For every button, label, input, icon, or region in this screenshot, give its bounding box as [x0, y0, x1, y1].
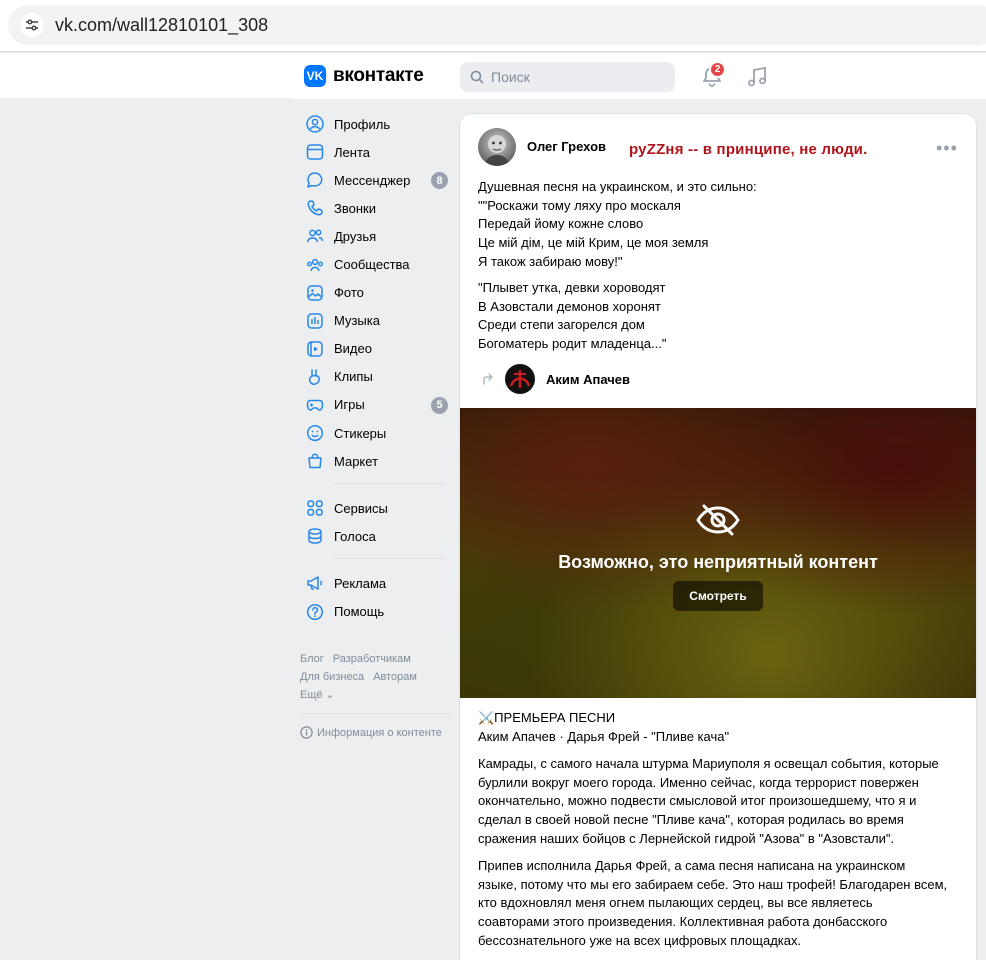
search-placeholder: Поиск [491, 69, 530, 85]
info-icon [300, 726, 313, 739]
sensitive-content-warning: Возможно, это неприятный контент [558, 552, 878, 572]
more-options-icon[interactable]: ••• [936, 138, 958, 159]
ads-icon [307, 576, 323, 591]
sidebar-item-label: Фото [334, 285, 364, 301]
sidebar-item-help[interactable]: Помощь [300, 598, 455, 626]
games-icon [306, 399, 324, 411]
sidebar-item-label: Мессенджер [334, 172, 411, 188]
sidebar-item-label: Помощь [334, 604, 385, 620]
sidebar-item-label: Сервисы [334, 500, 388, 516]
services-icon [307, 500, 323, 517]
news-icon [306, 144, 324, 160]
footer-link-business[interactable]: Для бизнеса [300, 671, 364, 683]
site-settings-icon[interactable] [20, 13, 44, 37]
sidebar-item-label: Игры [334, 397, 365, 413]
sidebar-item-label: Клипы [334, 369, 373, 385]
sidebar-item-label: Музыка [334, 313, 380, 329]
post-text-paragraph-1: Душевная песня на украинском, и это силь… [478, 179, 757, 269]
search-icon [470, 70, 484, 84]
author-status: руZZня -- в принципе, не люди. [629, 141, 868, 158]
header-left-spacer [0, 53, 290, 99]
premiere-title: ⚔️ПРЕМЬЕРА ПЕСНИ [478, 710, 616, 725]
sidebar-item-votes[interactable]: Голоса [300, 522, 455, 550]
sidebar-item-video[interactable]: Видео [300, 335, 455, 363]
groups-icon [307, 258, 323, 271]
market-icon [308, 453, 322, 469]
nav-divider [334, 558, 445, 560]
premiere-track: Аким Апачев · Дарья Фрей - "Пливе кача" [478, 729, 730, 744]
sidebar-item-label: Видео [334, 341, 372, 357]
music-icon [307, 312, 323, 329]
post-card: Олег Грехов руZZня -- в принципе, не люд… [460, 114, 976, 960]
url-field[interactable]: vk.com/wall12810101_308 [8, 5, 986, 45]
sidebar-item-label: Профиль [334, 116, 391, 132]
footer-link-developers[interactable]: Разработчикам [333, 653, 411, 665]
vk-logo[interactable]: VK вконтакте [304, 65, 424, 87]
photo-icon [307, 284, 323, 301]
content-info-link[interactable]: Информация о контенте [300, 726, 442, 739]
sidebar-item-communities[interactable]: Сообщества [300, 250, 455, 278]
user-icon [306, 115, 324, 133]
sidebar-item-messenger[interactable]: Мессенджер 8 [300, 166, 455, 194]
clips-icon [308, 369, 320, 385]
browser-address-bar: vk.com/wall12810101_308 [0, 0, 986, 52]
message-icon [307, 172, 323, 188]
footer-divider [300, 713, 452, 714]
video-icon [307, 341, 323, 357]
sidebar-item-photo[interactable]: Фото [300, 279, 455, 307]
footer-links: Блог Разработчикам Для бизнеса Авторам Ещё… [300, 650, 460, 704]
sidebar-item-clips[interactable]: Клипы [300, 363, 455, 391]
author-avatar[interactable] [478, 128, 516, 166]
sidebar-item-label: Лента [334, 144, 370, 160]
sensitive-media-cover[interactable]: Возможно, это неприятный контент Смотрет… [460, 408, 976, 698]
sidebar-item-ads[interactable]: Реклама [300, 569, 455, 597]
repost-author-name[interactable]: Аким Апачев [546, 372, 630, 387]
content-info-label: Информация о контенте [317, 726, 442, 739]
notifications-badge: 2 [709, 61, 726, 78]
music-icon[interactable] [745, 65, 769, 89]
repost-author-avatar[interactable] [505, 364, 535, 394]
eye-off-icon [696, 504, 740, 536]
search-input[interactable]: Поиск [460, 62, 675, 92]
sidebar-item-label: Друзья [334, 228, 377, 244]
sidebar-item-label: Реклама [334, 575, 387, 591]
post-text-paragraph-3: Камрады, с самого начала штурма Мариупол… [478, 756, 939, 846]
footer-link-authors[interactable]: Авторам [373, 671, 417, 683]
sidebar-item-market[interactable]: Маркет [300, 447, 455, 475]
sidebar-item-label: Сообщества [334, 257, 410, 273]
show-content-button[interactable]: Смотреть [673, 581, 763, 611]
help-icon [306, 603, 324, 620]
sidebar-item-music[interactable]: Музыка [300, 307, 455, 335]
url-text[interactable]: vk.com/wall12810101_308 [55, 15, 268, 36]
sidebar-item-label: Голоса [334, 528, 376, 544]
sidebar-item-calls[interactable]: Звонки [300, 194, 455, 222]
sidebar-item-news[interactable]: Лента [300, 138, 455, 166]
footer-link-more[interactable]: Ещё ⌄ [300, 689, 335, 701]
post-text-paragraph-2: "Плывет утка, девки хороводят В Азовстал… [478, 280, 667, 352]
games-count-badge: 5 [431, 396, 448, 414]
sidebar-item-label: Звонки [334, 200, 376, 216]
votes-icon [308, 528, 322, 545]
messenger-count-badge: 8 [431, 172, 448, 190]
sidebar-item-stickers[interactable]: Стикеры [300, 419, 455, 447]
sidebar-item-friends[interactable]: Друзья [300, 222, 455, 250]
post-text-paragraph-4: Припев исполнила Дарья Фрей, а сама песн… [478, 858, 948, 948]
sidebar-item-profile[interactable]: Профиль [300, 110, 455, 138]
sidebar-item-label: Маркет [334, 453, 379, 469]
friends-icon [306, 229, 324, 243]
stickers-icon [306, 425, 324, 442]
sidebar-item-label: Стикеры [334, 425, 387, 441]
sidebar-item-services[interactable]: Сервисы [300, 494, 455, 522]
repost-arrow-icon [483, 373, 493, 385]
sidebar-item-games[interactable]: Игры 5 [300, 391, 455, 419]
post-author-name[interactable]: Олег Грехов [527, 139, 606, 154]
phone-icon [307, 200, 323, 216]
nav-divider [334, 483, 445, 485]
vk-logo-text: вконтакте [333, 65, 424, 86]
footer-link-blog[interactable]: Блог [300, 653, 324, 665]
vk-logo-mark: VK [304, 65, 326, 87]
left-nav: Профиль Лента Мессенджер 8 Звонки Друзья… [300, 110, 455, 626]
